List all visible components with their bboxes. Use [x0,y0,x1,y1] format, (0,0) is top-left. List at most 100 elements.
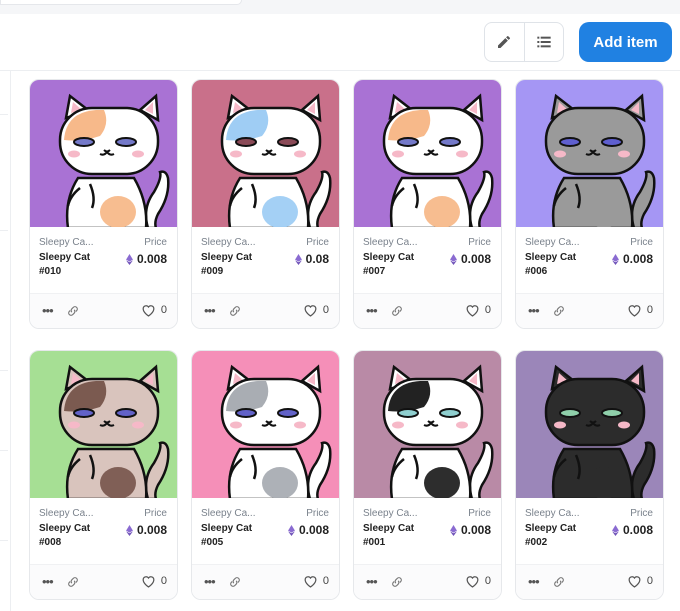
more-dots-icon[interactable]: ••• [528,575,540,588]
ethereum-icon [126,253,133,265]
cat-artwork[interactable] [354,351,501,498]
view-toggle [484,22,564,62]
like-button[interactable]: 0 [627,574,653,588]
like-count: 0 [484,304,491,316]
left-divider [0,540,8,541]
item-card[interactable]: Sleepy Ca... Sleepy Cat #005 Price 0.008… [191,350,340,600]
collection-name[interactable]: Sleepy Ca... [363,237,417,248]
left-divider [0,230,8,231]
link-icon[interactable] [390,575,404,589]
like-count: 0 [646,575,653,587]
top-strip [0,0,680,14]
cat-artwork[interactable] [516,80,663,227]
collection-name[interactable]: Sleepy Ca... [525,237,579,248]
price-value: 0.008 [298,523,329,537]
item-name[interactable]: Sleepy Cat #005 [201,522,271,550]
like-count: 0 [322,304,329,316]
item-price: 0.08 [294,252,329,266]
item-name[interactable]: Sleepy Cat #009 [201,251,271,279]
more-dots-icon[interactable]: ••• [204,304,216,317]
cat-artwork[interactable] [354,80,501,227]
collection-name[interactable]: Sleepy Ca... [201,237,255,248]
more-dots-icon[interactable]: ••• [42,575,54,588]
collection-name[interactable]: Sleepy Ca... [525,508,579,519]
link-icon[interactable] [228,304,242,318]
item-price: 0.008 [288,523,329,537]
cat-artwork[interactable] [30,351,177,498]
cat-artwork[interactable] [192,80,339,227]
collection-name[interactable]: Sleepy Ca... [201,508,255,519]
cat-artwork[interactable] [516,351,663,498]
like-count: 0 [160,575,167,587]
more-dots-icon[interactable]: ••• [204,575,216,588]
like-button[interactable]: 0 [303,303,329,317]
price-label: Price [630,508,653,519]
like-count: 0 [484,575,491,587]
heart-icon [466,305,479,317]
price-value: 0.008 [136,523,167,537]
collection-name[interactable]: Sleepy Ca... [39,237,93,248]
link-icon[interactable] [552,304,566,318]
like-button[interactable]: 0 [303,574,329,588]
item-name[interactable]: Sleepy Cat #002 [525,522,595,550]
ethereum-icon [450,253,457,265]
price-value: 0.008 [460,523,491,537]
cat-artwork[interactable] [30,80,177,227]
list-view-button[interactable] [523,23,564,61]
link-icon[interactable] [66,304,80,318]
item-name[interactable]: Sleepy Cat #008 [39,522,109,550]
item-card[interactable]: Sleepy Ca... Sleepy Cat #001 Price 0.008… [353,350,502,600]
toolbar: Add item [0,14,680,71]
list-icon [537,36,551,48]
ethereum-icon [450,524,457,536]
like-button[interactable]: 0 [627,303,653,317]
link-icon[interactable] [552,575,566,589]
add-item-button[interactable]: Add item [579,22,672,62]
item-price: 0.008 [612,523,653,537]
item-card[interactable]: Sleepy Ca... Sleepy Cat #006 Price 0.008… [515,79,664,329]
item-card[interactable]: Sleepy Ca... Sleepy Cat #009 Price 0.08 … [191,79,340,329]
link-icon[interactable] [66,575,80,589]
cat-artwork[interactable] [192,351,339,498]
more-dots-icon[interactable]: ••• [366,575,378,588]
like-button[interactable]: 0 [465,574,491,588]
item-price: 0.008 [126,252,167,266]
collection-name[interactable]: Sleepy Ca... [39,508,93,519]
price-label: Price [144,508,167,519]
left-divider [0,370,8,371]
more-dots-icon[interactable]: ••• [528,304,540,317]
price-label: Price [306,237,329,248]
price-label: Price [630,237,653,248]
heart-icon [142,305,155,317]
heart-icon [466,576,479,588]
item-name[interactable]: Sleepy Cat #007 [363,251,433,279]
ethereum-icon [612,524,619,536]
like-count: 0 [160,304,167,316]
ethereum-icon [294,253,302,265]
like-button[interactable]: 0 [141,574,167,588]
left-divider [0,114,8,115]
like-button[interactable]: 0 [141,303,167,317]
price-value: 0.008 [622,252,653,266]
item-card[interactable]: Sleepy Ca... Sleepy Cat #010 Price 0.008… [29,79,178,329]
like-button[interactable]: 0 [465,303,491,317]
edit-view-button[interactable] [485,23,524,61]
like-count: 0 [646,304,653,316]
link-icon[interactable] [390,304,404,318]
heart-icon [304,576,317,588]
item-name[interactable]: Sleepy Cat #001 [363,522,433,550]
price-label: Price [468,237,491,248]
item-price: 0.008 [450,252,491,266]
item-price: 0.008 [450,523,491,537]
item-card[interactable]: Sleepy Ca... Sleepy Cat #002 Price 0.008… [515,350,664,600]
more-dots-icon[interactable]: ••• [366,304,378,317]
link-icon[interactable] [228,575,242,589]
ethereum-icon [126,524,133,536]
collection-name[interactable]: Sleepy Ca... [363,508,417,519]
item-name[interactable]: Sleepy Cat #006 [525,251,595,279]
item-price: 0.008 [612,252,653,266]
more-dots-icon[interactable]: ••• [42,304,54,317]
item-card[interactable]: Sleepy Ca... Sleepy Cat #008 Price 0.008… [29,350,178,600]
item-card[interactable]: Sleepy Ca... Sleepy Cat #007 Price 0.008… [353,79,502,329]
item-name[interactable]: Sleepy Cat #010 [39,251,109,279]
